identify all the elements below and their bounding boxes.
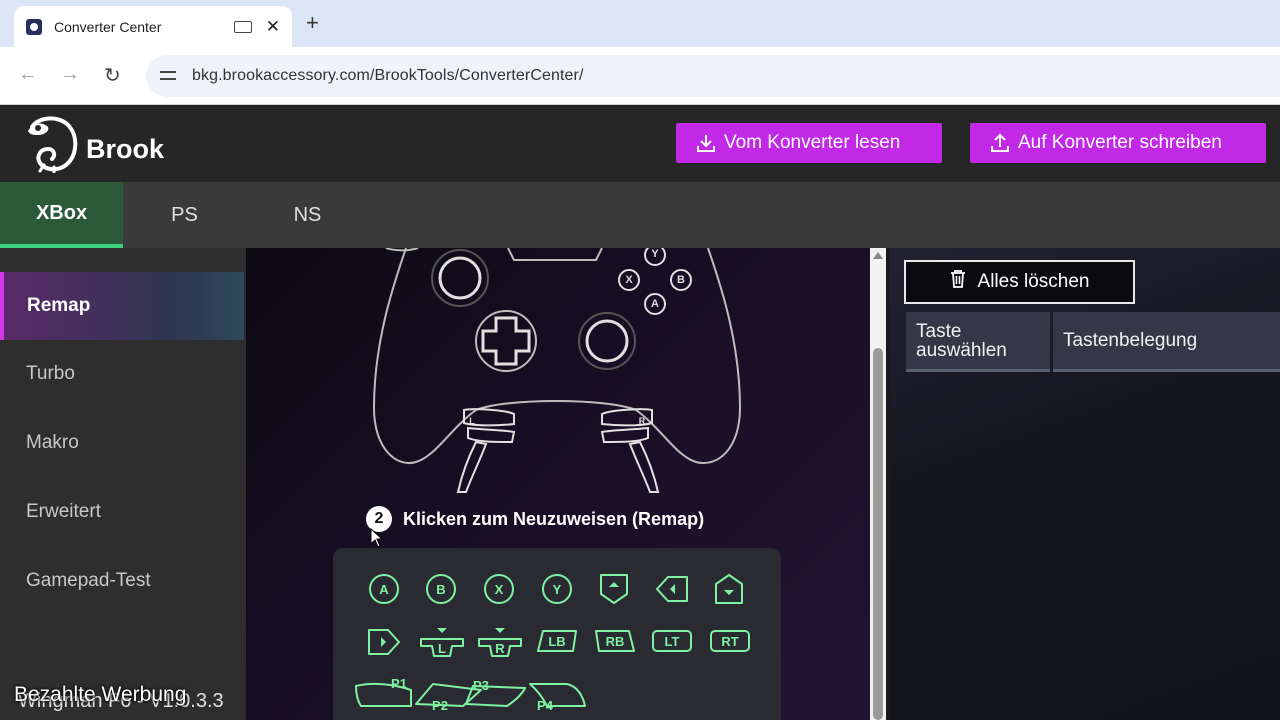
dpad-down-icon[interactable] <box>713 572 745 606</box>
dpad-right-icon[interactable] <box>366 627 402 657</box>
chameleon-logo-icon <box>24 113 78 174</box>
sidebar-item-makro[interactable]: Makro <box>0 409 244 477</box>
button-a[interactable]: A <box>369 574 399 604</box>
browser-tab-strip: Converter Center ✕ + <box>0 0 1280 47</box>
button-x[interactable]: X <box>484 574 514 604</box>
browser-tab[interactable]: Converter Center ✕ <box>14 6 292 47</box>
dpad-left-icon[interactable] <box>654 574 690 604</box>
button-left-stick[interactable]: L <box>418 626 466 660</box>
main-scrollbar[interactable] <box>870 248 886 720</box>
write-button-label: Auf Konverter schreiben <box>1018 132 1222 153</box>
close-tab-icon[interactable]: ✕ <box>266 17 280 37</box>
controller-right-paddle-label: R <box>638 416 646 426</box>
button-p1[interactable]: P1 <box>353 676 413 710</box>
upload-icon <box>990 133 1010 153</box>
mouse-cursor-icon <box>370 528 384 548</box>
download-icon <box>696 133 716 153</box>
button-p4[interactable]: P4 <box>527 676 587 713</box>
sidebar: Remap Turbo Makro Erweitert Gamepad-Test <box>0 248 246 720</box>
forward-arrow-icon[interactable]: → <box>60 63 80 86</box>
sidebar-item-turbo[interactable]: Turbo <box>0 340 244 408</box>
mapping-table-header: Taste auswählen Tastenbelegung <box>906 312 1280 372</box>
browser-toolbar: ← → ↻ bkg.brookaccessory.com/BrookTools/… <box>0 47 1280 105</box>
controller-diagram <box>372 248 742 493</box>
new-tab-button[interactable]: + <box>306 10 319 36</box>
button-y[interactable]: Y <box>542 574 572 604</box>
clear-all-button[interactable]: Alles löschen <box>904 260 1135 304</box>
sidebar-item-gamepad-test[interactable]: Gamepad-Test <box>0 547 244 615</box>
back-arrow-icon[interactable]: ← <box>18 63 38 86</box>
controller-a-label: A <box>651 298 659 310</box>
button-rt[interactable]: RT <box>708 628 752 654</box>
button-lb[interactable]: LB <box>535 628 579 654</box>
remap-button-panel: A B X Y L R LB RB LT RT P1 P2 P3 P4 <box>333 548 781 720</box>
url-text[interactable]: bkg.brookaccessory.com/BrookTools/Conver… <box>192 67 584 85</box>
write-to-converter-button[interactable]: Auf Konverter schreiben <box>970 123 1266 163</box>
site-favicon-icon <box>26 18 42 35</box>
mapping-panel: Alles löschen Taste auswählen Tastenbele… <box>886 248 1280 720</box>
app-header: Brook Vom Konverter lesen Auf Konverter … <box>0 105 1280 182</box>
tab-title: Converter Center <box>54 18 162 35</box>
tab-ns[interactable]: NS <box>246 182 369 248</box>
sidebar-item-remap[interactable]: Remap <box>0 272 244 340</box>
platform-tabs: XBox PS NS <box>0 182 1280 248</box>
tab-xbox[interactable]: XBox <box>0 182 123 248</box>
remap-main-area: Y X B A L R 2 Klicken zum Neuzuweisen (R… <box>246 248 870 720</box>
remap-step-heading: 2 Klicken zum Neuzuweisen (Remap) <box>366 506 704 532</box>
step-title: Klicken zum Neuzuweisen (Remap) <box>403 508 705 529</box>
column-header-key-mapping: Tastenbelegung <box>1053 312 1280 372</box>
read-button-label: Vom Konverter lesen <box>724 132 901 153</box>
controller-left-paddle-label: L <box>469 416 475 426</box>
button-right-stick[interactable]: R <box>476 626 524 660</box>
dpad-up-icon[interactable] <box>598 572 630 606</box>
column-header-select-key: Taste auswählen <box>906 312 1050 372</box>
brook-logo: Brook <box>24 113 165 174</box>
scroll-up-arrow-icon[interactable] <box>873 252 883 259</box>
address-bar[interactable]: bkg.brookaccessory.com/BrookTools/Conver… <box>146 55 1280 97</box>
brand-name: Brook <box>86 133 165 164</box>
tab-ps[interactable]: PS <box>123 182 246 248</box>
controller-b-label: B <box>677 274 685 286</box>
button-lt[interactable]: LT <box>650 628 694 654</box>
reload-icon[interactable]: ↻ <box>104 63 121 88</box>
media-control-icon[interactable] <box>233 20 252 33</box>
button-b[interactable]: B <box>426 574 456 604</box>
button-p3[interactable]: P3 <box>463 676 527 710</box>
controller-x-label: X <box>625 274 633 286</box>
paid-advertising-label: Bezahlte Werbung <box>14 683 187 706</box>
controller-y-label: Y <box>651 248 659 260</box>
scrollbar-thumb[interactable] <box>873 348 883 720</box>
trash-icon <box>950 270 966 294</box>
read-from-converter-button[interactable]: Vom Konverter lesen <box>676 123 942 163</box>
sidebar-item-erweitert[interactable]: Erweitert <box>0 478 244 546</box>
clear-all-label: Alles löschen <box>977 271 1090 292</box>
button-rb[interactable]: RB <box>593 628 637 654</box>
site-settings-icon[interactable] <box>158 67 180 85</box>
